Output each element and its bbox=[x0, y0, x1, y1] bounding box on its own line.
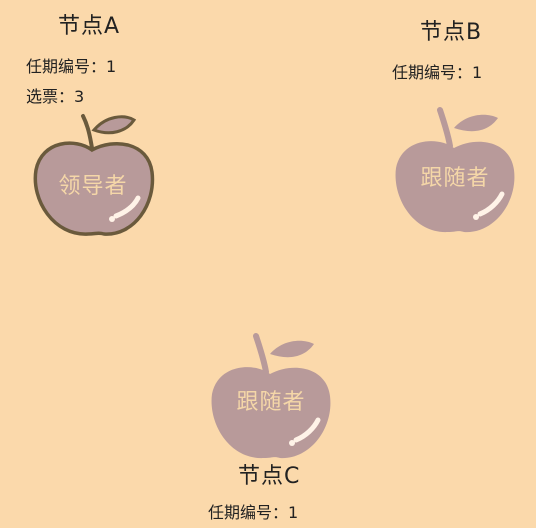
node-b-term: 任期编号：1 bbox=[392, 63, 483, 82]
node-b-title: 节点B bbox=[420, 20, 483, 45]
raft-diagram: 节点A 任期编号：1 选票：3 领导者 节点B 任期编号：1 跟随者 跟随者 节… bbox=[0, 0, 536, 528]
node-b-apple: 跟随者 bbox=[390, 102, 520, 237]
node-a-apple: 领导者 bbox=[28, 108, 158, 243]
node-c-title: 节点C bbox=[238, 464, 301, 489]
node-a-title: 节点A bbox=[58, 14, 121, 39]
node-c-role: 跟随者 bbox=[236, 390, 306, 415]
node-a-role: 领导者 bbox=[58, 174, 128, 199]
node-c-apple: 跟随者 bbox=[206, 328, 336, 463]
node-b-role: 跟随者 bbox=[420, 166, 490, 191]
node-a-votes: 选票：3 bbox=[26, 87, 85, 106]
node-a-term: 任期编号：1 bbox=[26, 57, 117, 76]
node-c-term: 任期编号：1 bbox=[208, 503, 299, 522]
